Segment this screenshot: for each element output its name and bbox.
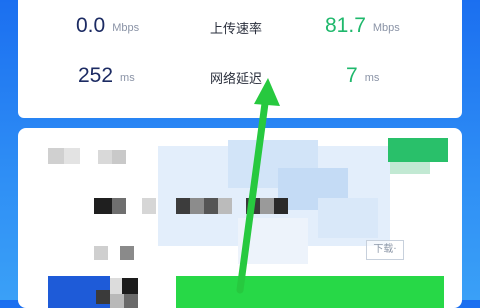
annotation-arrow-icon	[236, 78, 280, 294]
